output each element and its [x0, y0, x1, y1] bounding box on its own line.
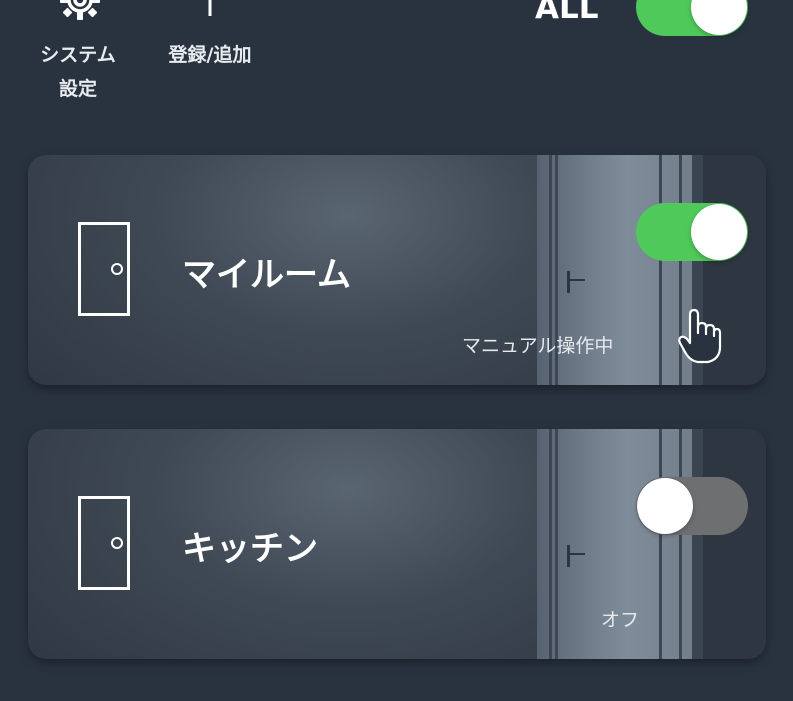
all-label: ALL — [535, 0, 599, 26]
room-name: キッチン — [182, 529, 318, 569]
hand-cursor-icon — [676, 307, 724, 367]
system-settings-button[interactable]: システム 設定 — [28, 0, 128, 110]
door-icon — [78, 496, 130, 590]
gear-icon — [58, 0, 102, 22]
register-add-label: 登録/追加 — [168, 44, 252, 66]
all-toggle[interactable] — [636, 0, 748, 36]
toggle-knob — [637, 478, 693, 534]
top-toolbar: システム 設定 登録/追加 ALL — [0, 0, 793, 110]
room-toggle-myroom[interactable] — [636, 203, 748, 261]
toggle-knob — [691, 204, 747, 260]
system-settings-label: システム 設定 — [40, 44, 116, 100]
room-status: マニュアル操作中 — [462, 335, 614, 357]
register-add-button[interactable]: 登録/追加 — [150, 0, 270, 80]
room-card-myroom[interactable]: マイルーム マニュアル操作中 — [28, 155, 766, 385]
room-name: マイルーム — [182, 255, 351, 295]
room-card-kitchen[interactable]: キッチン オフ — [28, 429, 766, 659]
door-icon — [78, 222, 130, 316]
room-status: オフ — [601, 609, 640, 631]
room-toggle-kitchen[interactable] — [636, 477, 748, 535]
plus-icon — [200, 0, 220, 16]
toggle-knob — [691, 0, 747, 35]
